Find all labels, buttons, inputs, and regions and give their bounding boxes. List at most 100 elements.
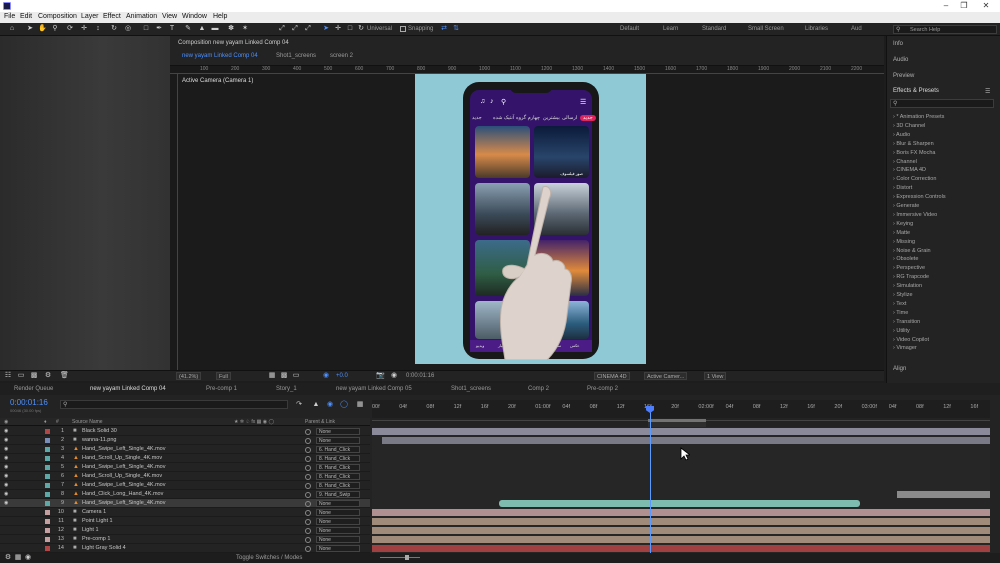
effect-category[interactable]: › Keying bbox=[893, 221, 913, 227]
comp-tab-screen2[interactable]: screen 2 bbox=[330, 53, 353, 59]
comp-tab-shot1[interactable]: Shot1_screens bbox=[276, 53, 316, 59]
layer-label-color[interactable] bbox=[45, 501, 50, 506]
layer-row[interactable]: 11 ■ Point Light 1 None bbox=[0, 517, 370, 526]
layer-name[interactable]: Light 1 bbox=[82, 527, 99, 533]
layer-name[interactable]: Hand_Swipe_Left_Single_4K.mov bbox=[82, 464, 165, 470]
comp-flowchart-icon[interactable]: ↷ bbox=[295, 401, 303, 409]
layer-label-color[interactable] bbox=[45, 438, 50, 443]
layer-track[interactable] bbox=[372, 463, 990, 472]
parent-pickwhip-icon[interactable] bbox=[305, 429, 311, 435]
views-layout-select[interactable]: 1 View bbox=[704, 372, 727, 380]
layer-row[interactable]: ◉ 5 ▲ Hand_Swipe_Left_Single_4K.mov 8. Hand_… bbox=[0, 463, 370, 472]
effect-category[interactable]: › Simulation bbox=[893, 283, 922, 289]
parent-select[interactable]: 6. Hand_Click bbox=[316, 446, 360, 453]
effect-category[interactable]: › RG Trapcode bbox=[893, 274, 929, 280]
puppet-pin-icon[interactable]: ✶ bbox=[241, 25, 249, 33]
layer-label-color[interactable] bbox=[45, 510, 50, 515]
frame-blending-icon[interactable]: ▦ bbox=[356, 401, 364, 409]
parent-pickwhip-icon[interactable] bbox=[305, 438, 311, 444]
menu-help[interactable]: Help bbox=[213, 13, 227, 20]
visibility-eye-icon[interactable]: ◉ bbox=[4, 492, 9, 497]
parent-select[interactable]: 9. Hand_Swip bbox=[316, 491, 360, 498]
zoom-tool-icon[interactable]: ⚲ bbox=[51, 25, 59, 33]
visibility-eye-icon[interactable] bbox=[4, 519, 9, 524]
toggle-switches-modes[interactable]: Toggle Switches / Modes bbox=[236, 555, 302, 561]
effect-category[interactable]: › Vimager bbox=[893, 345, 917, 351]
snap-icon[interactable]: ⇄ bbox=[440, 25, 448, 33]
current-time-indicator[interactable] bbox=[650, 406, 651, 554]
parent-pickwhip-icon[interactable] bbox=[305, 537, 311, 543]
axis-view-icon[interactable]: ⤢ bbox=[304, 25, 312, 33]
color-management-icon[interactable]: ◉ bbox=[322, 372, 330, 380]
visibility-eye-icon[interactable]: ◉ bbox=[4, 429, 9, 434]
dolly-tool-icon[interactable]: ↕ bbox=[94, 25, 102, 33]
parent-pickwhip-icon[interactable] bbox=[305, 519, 311, 525]
layer-row[interactable]: ◉ 2 ■ wanna-11.png None bbox=[0, 436, 370, 445]
visibility-eye-icon[interactable]: ◉ bbox=[4, 483, 9, 488]
workspace-small-screen[interactable]: Small Screen bbox=[748, 26, 784, 32]
visibility-eye-icon[interactable] bbox=[4, 537, 9, 542]
tab-comp-2[interactable]: Comp 2 bbox=[528, 386, 549, 392]
effects-search-field[interactable]: ⚲ bbox=[890, 99, 994, 108]
layer-duration-bar[interactable] bbox=[372, 545, 990, 552]
parent-pickwhip-icon[interactable] bbox=[305, 492, 311, 498]
parent-select[interactable]: None bbox=[316, 518, 360, 525]
rectangle-tool-icon[interactable]: □ bbox=[142, 25, 150, 33]
effect-category[interactable]: › Utility bbox=[893, 328, 910, 334]
layer-duration-bar[interactable] bbox=[372, 509, 990, 516]
effect-category[interactable]: › Stylize bbox=[893, 292, 913, 298]
parent-select[interactable]: None bbox=[316, 428, 360, 435]
layer-row[interactable]: 14 ■ Light Gray Solid 4 None bbox=[0, 544, 370, 553]
effect-category[interactable]: › Blur & Sharpen bbox=[893, 141, 934, 147]
layer-name[interactable]: Camera 1 bbox=[82, 509, 106, 515]
effect-category[interactable]: › 3D Channel bbox=[893, 123, 925, 129]
effect-category[interactable]: › Noise & Grain bbox=[893, 248, 931, 254]
effect-category[interactable]: › Perspective bbox=[893, 265, 925, 271]
layer-name[interactable]: Hand_Scroll_Up_Single_4K.mov bbox=[82, 473, 162, 479]
parent-pickwhip-icon[interactable] bbox=[305, 528, 311, 534]
effect-category[interactable]: › Audio bbox=[893, 132, 910, 138]
layer-name[interactable]: Pre-comp 1 bbox=[82, 536, 110, 542]
renderer-select[interactable]: CINEMA 4D bbox=[594, 372, 630, 380]
layer-track[interactable] bbox=[372, 472, 990, 481]
current-time-display[interactable]: 0:00:01:16 bbox=[406, 373, 434, 379]
layer-track[interactable] bbox=[372, 490, 990, 499]
layer-label-color[interactable] bbox=[45, 456, 50, 461]
layer-row[interactable]: ◉ 6 ▲ Hand_Scroll_Up_Single_4K.mov 8. Hand_C… bbox=[0, 472, 370, 481]
interpret-footage-icon[interactable]: ☷ bbox=[4, 372, 12, 380]
layer-row[interactable]: 10 ■ Camera 1 None bbox=[0, 508, 370, 517]
layer-duration-bar[interactable] bbox=[382, 437, 990, 444]
layer-track[interactable] bbox=[372, 544, 990, 553]
layer-switches-icon[interactable]: ⚙ bbox=[4, 554, 12, 562]
layer-name[interactable]: Hand_Scroll_Up_Single_4K.mov bbox=[82, 455, 162, 461]
menu-file[interactable]: File bbox=[4, 13, 15, 20]
parent-link-header[interactable]: Parent & Link bbox=[305, 419, 335, 425]
tab-render-queue[interactable]: Render Queue bbox=[14, 386, 53, 392]
layer-track[interactable] bbox=[372, 508, 990, 517]
effect-category[interactable]: › * Animation Presets bbox=[893, 114, 944, 120]
brush-tool-icon[interactable]: ✎ bbox=[184, 25, 192, 33]
layer-search-field[interactable]: ⚲ bbox=[60, 400, 288, 409]
workspace-standard[interactable]: Standard bbox=[702, 26, 726, 32]
layer-name[interactable]: Hand_Swipe_Left_Single_4K.mov bbox=[82, 482, 165, 488]
layer-duration-bar[interactable] bbox=[499, 500, 860, 507]
snapping-checkbox[interactable] bbox=[400, 26, 406, 32]
effect-category[interactable]: › CINEMA 4D bbox=[893, 167, 926, 173]
parent-select[interactable]: 8. Hand_Click bbox=[316, 473, 360, 480]
layer-name[interactable]: wanna-11.png bbox=[82, 437, 116, 443]
timeline-current-time[interactable]: 0:00:01:16 bbox=[10, 398, 48, 407]
rotate-tool-icon[interactable]: ↻ bbox=[110, 25, 118, 33]
visibility-eye-icon[interactable] bbox=[4, 528, 9, 533]
layer-label-color[interactable] bbox=[45, 483, 50, 488]
parent-select[interactable]: None bbox=[316, 545, 360, 552]
layer-label-color[interactable] bbox=[45, 447, 50, 452]
effect-category[interactable]: › Transition bbox=[893, 319, 920, 325]
layer-label-color[interactable] bbox=[45, 519, 50, 524]
new-composition-icon[interactable]: ▩ bbox=[30, 372, 38, 380]
menu-view[interactable]: View bbox=[162, 13, 177, 20]
source-name-header[interactable]: Source Name bbox=[72, 419, 103, 425]
layer-duration-bar[interactable] bbox=[372, 518, 990, 525]
layer-duration-bar[interactable] bbox=[372, 428, 990, 435]
tab-linked-comp-04[interactable]: new yayam Linked Comp 04 bbox=[90, 386, 166, 392]
layer-row[interactable]: 12 ■ Light 1 None bbox=[0, 526, 370, 535]
